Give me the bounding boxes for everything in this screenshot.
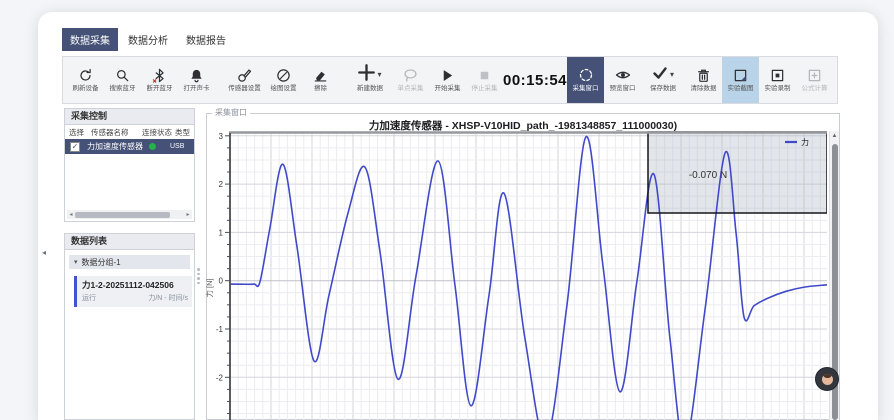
sensor-checkbox[interactable]: ✓	[70, 142, 80, 152]
eraser-icon	[313, 67, 328, 83]
start-collect-button[interactable]: 开始采集	[429, 57, 466, 103]
sensor-table-columns: 选择 传感器名称 连接状态 类型	[65, 125, 194, 139]
y-tick-label: 0	[219, 277, 224, 286]
tab-data-report[interactable]: 数据报告	[178, 28, 234, 51]
data-group-row[interactable]: ▾ 数据分组-1	[69, 255, 190, 269]
y-axis: 3 2 1 0 -1 -2	[216, 132, 230, 420]
scroll-left-icon[interactable]: ◂	[67, 211, 75, 218]
dashed-circle-icon	[578, 67, 594, 83]
tab-data-collect[interactable]: 数据采集	[62, 28, 118, 51]
sensor-settings-button[interactable]: 传感器设置	[224, 57, 265, 103]
selection-annotation: -0.070 N	[689, 170, 727, 181]
experiment-screenshot-button[interactable]: 实验截图	[722, 57, 759, 103]
save-data-button[interactable]: ▾ 保存数据	[641, 57, 685, 103]
scroll-up-icon[interactable]: ▲	[830, 131, 839, 142]
hand-pen-icon	[237, 67, 252, 83]
plus-icon	[358, 64, 375, 86]
bell-icon	[189, 67, 204, 83]
data-item-title: 力1-2-20251112-042506	[82, 279, 188, 291]
chevron-down-icon: ▾	[74, 259, 78, 266]
sensor-type: USB	[170, 143, 184, 150]
data-list-item[interactable]: 力1-2-20251112-042506 运行 力/N - 时间/s	[74, 276, 192, 307]
pen-circle-icon	[276, 67, 291, 83]
eye-icon	[615, 67, 631, 83]
y-tick-label: -1	[216, 325, 224, 334]
person-icon	[822, 374, 833, 385]
sidebar-collapse-arrow[interactable]: ◂	[42, 248, 46, 257]
screen: { "tabs": [ {"label": "数据采集", "active": …	[0, 0, 894, 420]
open-soundcard-button[interactable]: 打开声卡	[178, 57, 215, 103]
trash-icon	[696, 67, 711, 83]
y-tick-label: 1	[219, 228, 224, 237]
tab-data-analysis[interactable]: 数据分析	[120, 28, 176, 51]
legend-label: 力	[801, 137, 809, 147]
status-dot	[149, 143, 156, 150]
collect-window-button[interactable]: 采集窗口	[567, 57, 604, 103]
new-data-button[interactable]: ▾ 新建数据	[348, 57, 392, 103]
refresh-icon	[78, 67, 93, 83]
stop-collect-button[interactable]: 停止采集	[466, 57, 503, 103]
erase-button[interactable]: 擦除	[302, 57, 339, 103]
avatar-button[interactable]	[815, 367, 839, 391]
preview-window-button[interactable]: 预览窗口	[604, 57, 641, 103]
collect-timer: 00:15:54	[503, 57, 567, 103]
collect-control-header: 采集控制	[64, 108, 195, 125]
plot-settings-button[interactable]: 绘图设置	[265, 57, 302, 103]
lasso-icon	[403, 67, 418, 83]
data-list-header: 数据列表	[64, 233, 195, 250]
bluetooth-off-icon	[152, 67, 167, 83]
y-axis-label: 力 [N]	[204, 278, 214, 297]
record-icon	[770, 67, 785, 83]
data-item-axes: 力/N - 时间/s	[148, 293, 188, 303]
toolbar-gap	[339, 57, 348, 103]
scroll-right-icon[interactable]: ▸	[184, 211, 192, 218]
stop-icon	[477, 67, 492, 83]
chart-canvas[interactable]: -0.070 N 3 2 1 0 -1 -2 力 [N] 力	[200, 131, 827, 420]
chevron-down-icon[interactable]: ▾	[377, 71, 381, 79]
collect-window-panel-label: 采集窗口	[212, 107, 250, 118]
y-tick-label: -2	[216, 373, 224, 382]
refresh-device-button[interactable]: 刷新设备	[67, 57, 104, 103]
sensor-name: 力加速度传感器	[87, 141, 149, 152]
single-point-collect-button[interactable]: 单点采集	[392, 57, 429, 103]
scrollbar-thumb[interactable]	[75, 212, 170, 218]
y-tick-label: 3	[219, 132, 224, 141]
clear-data-button[interactable]: 清除数据	[685, 57, 722, 103]
main-tabs: 数据采集 数据分析 数据报告	[62, 28, 234, 51]
formula-icon	[807, 67, 822, 83]
chevron-down-icon[interactable]: ▾	[670, 71, 674, 79]
experiment-record-button[interactable]: 实验录制	[759, 57, 796, 103]
sensor-table: 选择 传感器名称 连接状态 类型 ✓ 力加速度传感器 USB ◂ ▸	[64, 125, 195, 222]
app-window: 数据采集 数据分析 数据报告 刷新设备 搜索蓝牙 断开蓝牙 打开声卡 传感器设置…	[38, 12, 878, 420]
toolbar-gap	[215, 57, 224, 103]
search-bluetooth-button[interactable]: 搜索蓝牙	[104, 57, 141, 103]
search-icon	[115, 67, 130, 83]
formula-calc-button[interactable]: 公式计算	[796, 57, 833, 103]
play-icon	[440, 67, 455, 83]
data-item-status: 运行	[82, 293, 96, 303]
toolbar: 刷新设备 搜索蓝牙 断开蓝牙 打开声卡 传感器设置 绘图设置 擦除 ▾	[62, 56, 838, 104]
sensor-table-hscrollbar[interactable]: ◂ ▸	[67, 210, 192, 219]
y-tick-label: 2	[219, 180, 224, 189]
data-list: ▾ 数据分组-1 力1-2-20251112-042506 运行 力/N - 时…	[64, 250, 195, 420]
screenshot-icon	[733, 67, 748, 83]
check-icon	[652, 65, 668, 86]
disconnect-bluetooth-button[interactable]: 断开蓝牙	[141, 57, 178, 103]
sensor-row[interactable]: ✓ 力加速度传感器 USB	[65, 139, 194, 154]
